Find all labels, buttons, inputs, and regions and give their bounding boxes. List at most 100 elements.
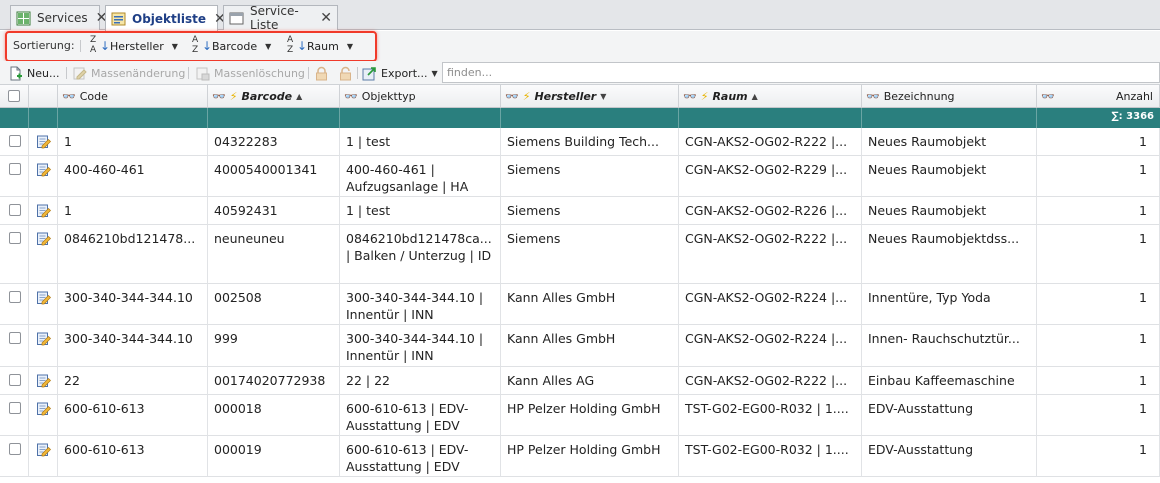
unlock-button[interactable] (338, 64, 357, 82)
row-select-cell (0, 395, 29, 436)
row-checkbox[interactable] (9, 232, 21, 244)
table-row[interactable]: 600-610-613 000018 600-610-613 | EDV-Ausst… (0, 395, 1160, 436)
table-row[interactable]: 400-460-461 4000540001341 400-460-461 | Au… (0, 156, 1160, 197)
mass-delete-button[interactable]: Massenlöschung (195, 64, 305, 82)
cell-barcode: 000019 (208, 436, 340, 477)
binoculars-icon: 👓 (505, 89, 519, 103)
cell-bezeichnung: Innen- Rauchschutztür... (862, 325, 1037, 367)
edit-icon[interactable] (36, 290, 51, 305)
edit-icon[interactable] (36, 331, 51, 346)
column-header-anzahl[interactable]: 👓 Anzahl (1037, 85, 1160, 108)
edit-icon[interactable] (36, 401, 51, 416)
sort-descending-icon: Z A ↓ (90, 35, 111, 55)
sort-barcode-button[interactable]: A Z ↓ Barcode ▼ (191, 35, 271, 57)
edit-icon[interactable] (36, 231, 51, 246)
column-header-hersteller-label: Hersteller (534, 89, 597, 103)
toolbar-separator (188, 67, 189, 79)
cell-anzahl: 1 (1037, 367, 1160, 395)
new-button-label: Neu... (27, 66, 60, 80)
binoculars-icon: 👓 (1041, 89, 1055, 103)
table-row[interactable]: 22 00174020772938 22 | 22 Kann Alles AG CGN-… (0, 367, 1160, 395)
export-icon (362, 66, 377, 81)
edit-icon[interactable] (36, 203, 51, 218)
search-input[interactable] (442, 62, 1160, 83)
row-select-cell (0, 436, 29, 477)
tab-services[interactable]: Services ✕ (10, 5, 107, 30)
table-row[interactable]: 1 40592431 1 | test Siemens CGN-AKS2-OG02-R2… (0, 197, 1160, 225)
cell-barcode: 40592431 (208, 197, 340, 225)
row-edit-cell (29, 367, 58, 395)
lightning-icon: ⚡ (700, 89, 709, 103)
row-checkbox[interactable] (9, 443, 21, 455)
cell-anzahl: 1 (1037, 128, 1160, 156)
cell-barcode: neuneuneu (208, 225, 340, 284)
cell-hersteller: Siemens (501, 156, 679, 197)
table-row[interactable]: 0846210bd121478... neuneuneu 0846210bd1214… (0, 225, 1160, 284)
cell-objekttyp: 22 | 22 (340, 367, 501, 395)
cell-anzahl: 1 (1037, 197, 1160, 225)
row-checkbox[interactable] (9, 332, 21, 344)
new-button[interactable]: Neu... (8, 64, 59, 82)
table-row[interactable]: 300-340-344-344.10 002508 300-340-344-344.… (0, 284, 1160, 325)
row-edit-cell (29, 395, 58, 436)
mass-edit-button[interactable]: Massenänderung (72, 64, 185, 82)
edit-icon[interactable] (36, 373, 51, 388)
table-row[interactable]: 1 04322283 1 | test Siemens Building Tech..… (0, 128, 1160, 156)
row-checkbox[interactable] (9, 163, 21, 175)
chevron-down-icon: ▼ (265, 41, 272, 51)
cell-objekttyp: 1 | test (340, 197, 501, 225)
sort-raum-button[interactable]: A Z ↓ Raum ▼ (286, 35, 353, 57)
row-checkbox[interactable] (9, 402, 21, 414)
cell-raum: TST-G02-EG00-R032 | 1.... (679, 436, 862, 477)
cell-code: 22 (58, 367, 208, 395)
column-header-raum[interactable]: 👓 ⚡ Raum ▲ (679, 85, 862, 108)
select-all-checkbox[interactable] (8, 90, 20, 102)
export-button[interactable]: Export... ▼ (362, 64, 438, 82)
tab-service-liste[interactable]: Service-Liste ✕ (223, 4, 338, 32)
cell-raum: CGN-AKS2-OG02-R222 |... (679, 367, 862, 395)
cell-anzahl: 1 (1037, 156, 1160, 197)
cell-hersteller: HP Pelzer Holding GmbH (501, 395, 679, 436)
row-select-cell (0, 156, 29, 197)
row-checkbox[interactable] (9, 204, 21, 216)
cell-bezeichnung: Neues Raumobjekt (862, 128, 1037, 156)
edit-icon[interactable] (36, 442, 51, 457)
cell-raum: CGN-AKS2-OG02-R224 |... (679, 284, 862, 325)
binoculars-icon: 👓 (62, 89, 76, 103)
new-document-icon (8, 66, 23, 81)
action-toolbar: Neu... Massenänderung Massenlöschung Exp… (0, 61, 1160, 85)
cell-raum: TST-G02-EG00-R032 | 1.... (679, 395, 862, 436)
row-checkbox[interactable] (9, 135, 21, 147)
cell-barcode: 000018 (208, 395, 340, 436)
column-header-code-label: Code (79, 89, 108, 103)
cell-objekttyp: 0846210bd121478ca... | Balken / Unterzug… (340, 225, 501, 284)
cell-objekttyp: 1 | test (340, 128, 501, 156)
row-checkbox[interactable] (9, 291, 21, 303)
row-edit-cell (29, 436, 58, 477)
chevron-down-icon: ▼ (431, 68, 438, 78)
table-row[interactable]: 300-340-344-344.10 999 300-340-344-344.10 … (0, 325, 1160, 367)
cell-hersteller: HP Pelzer Holding GmbH (501, 436, 679, 477)
column-header-objekttyp[interactable]: 👓 Objekttyp (340, 85, 501, 108)
sort-hersteller-button[interactable]: Z A ↓ Hersteller ▼ (89, 35, 178, 57)
tab-objektliste-label: Objektliste (132, 11, 207, 26)
cell-anzahl: 1 (1037, 284, 1160, 325)
close-icon[interactable]: ✕ (320, 11, 332, 25)
column-header-hersteller[interactable]: 👓 ⚡ Hersteller ▼ (501, 85, 679, 108)
cell-anzahl: 1 (1037, 225, 1160, 284)
edit-icon[interactable] (36, 162, 51, 177)
table-row[interactable]: 600-610-613 000019 600-610-613 | EDV-Ausst… (0, 436, 1160, 477)
edit-icon[interactable] (36, 134, 51, 149)
column-header-barcode[interactable]: 👓 ⚡ Barcode ▲ (208, 85, 340, 108)
row-checkbox[interactable] (9, 374, 21, 386)
sort-barcode-label: Barcode (212, 39, 258, 53)
lock-button[interactable] (314, 64, 333, 82)
lightning-icon: ⚡ (229, 89, 238, 103)
column-header-code[interactable]: 👓 Code (58, 85, 208, 108)
cell-code: 0846210bd121478... (58, 225, 208, 284)
toolbar-separator (357, 67, 358, 79)
cell-barcode: 00174020772938 (208, 367, 340, 395)
row-select-cell (0, 325, 29, 367)
tab-objektliste[interactable]: Objektliste ✕ (105, 5, 226, 31)
column-header-bezeichnung[interactable]: 👓 Bezeichnung (862, 85, 1037, 108)
